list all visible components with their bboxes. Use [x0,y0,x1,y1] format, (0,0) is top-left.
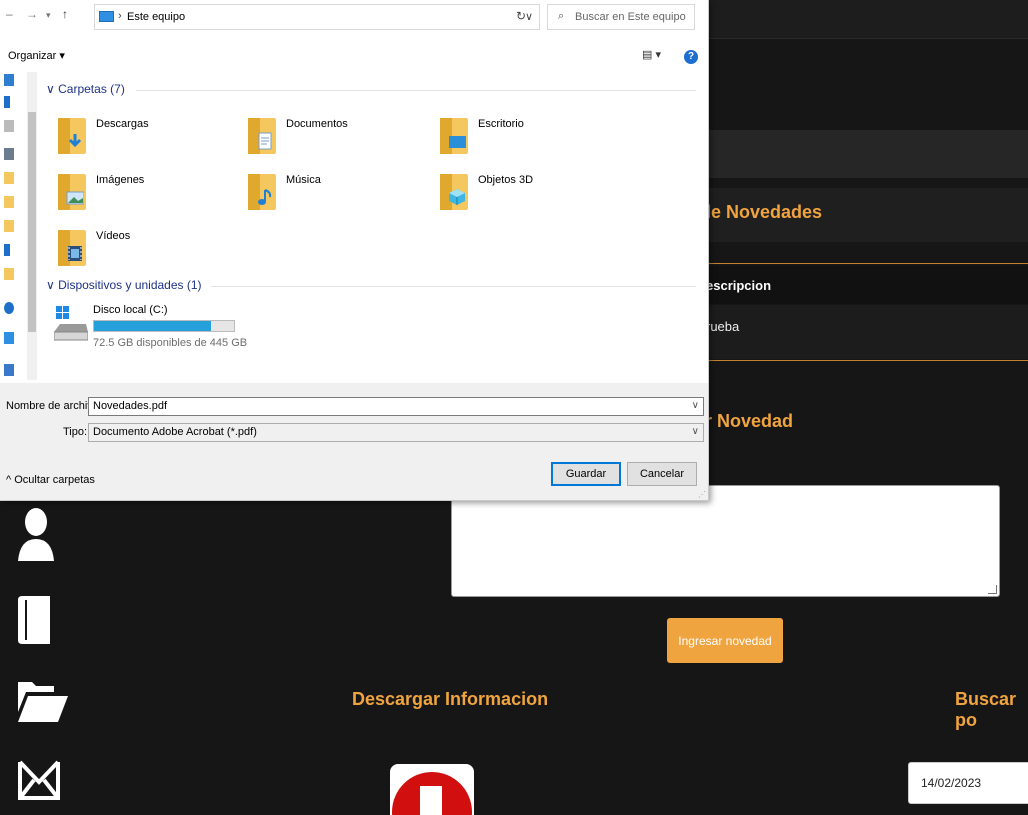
search-by-title: Buscar po [955,689,1017,730]
forward-icon[interactable]: → [26,7,38,21]
search-icon: ⌕ [558,10,565,22]
search-placeholder: Buscar en Este equipo [575,11,686,23]
resize-grip-icon[interactable] [988,585,997,594]
filename-input[interactable]: Novedades.pdf ∨ [88,397,704,416]
group-devices-label: Dispositivos y unidades (1) [58,278,202,292]
navigation-bar: – → ▾ ↑ › Este equipo ∨ ↻ ⌕ Buscar en Es… [0,0,708,34]
date-input[interactable]: 14/02/2023 [908,762,1028,804]
save-button[interactable]: Guardar [551,462,621,486]
organize-menu[interactable]: Organizar ▾ [8,49,65,62]
chevron-down-icon: ∨ [46,278,59,292]
folder-nav-icon[interactable] [4,220,14,232]
folder-item-escritorio[interactable]: Escritorio [440,114,600,162]
onedrive-icon[interactable] [4,302,14,314]
chevron-down-icon[interactable]: ∨ [692,426,699,437]
user-icon[interactable] [16,505,56,561]
group-folders-label: Carpetas (7) [58,82,125,96]
add-novedad-title: ar Novedad [695,411,794,431]
recent-locations-icon[interactable]: ▾ [46,10,51,21]
folder-name: Vídeos [96,230,131,242]
address-bar[interactable]: › Este equipo ∨ [94,4,540,30]
folder-name: Escritorio [478,118,524,130]
documents-folder-icon [248,118,276,154]
novedades-title-band: de Novedades [700,188,1028,242]
drive-name: Disco local (C:) [93,304,168,316]
table-cell-descripcion: rueba [700,305,1028,359]
folder-item-descargas[interactable]: Descargas [58,114,218,162]
ingresar-novedad-button[interactable]: Ingresar novedad [667,618,783,663]
folder-name: Imágenes [96,174,145,186]
dialog-toolbar: Organizar ▾ ▤ ▾ ? [0,42,708,70]
this-pc-nav-icon[interactable] [4,332,14,344]
book-icon[interactable] [16,594,52,646]
hard-drive-icon [54,306,88,341]
refresh-icon[interactable]: ↻ [516,9,526,23]
folder-open-icon[interactable] [16,678,70,724]
filetype-select[interactable]: Documento Adobe Acrobat (*.pdf) ∨ [88,423,704,442]
address-location: Este equipo [127,11,186,23]
mail-icon[interactable] [16,760,62,800]
up-arrow-icon[interactable]: ↑ [62,7,68,21]
divider [700,360,1028,361]
drive-usage-bar [93,320,235,332]
folder-name: Música [286,174,321,186]
novedad-textarea[interactable] [451,485,1000,597]
folder-item-musica[interactable]: Música [248,170,408,218]
save-as-dialog: – → ▾ ↑ › Este equipo ∨ ↻ ⌕ Buscar en Es… [0,0,709,501]
novedades-title: de Novedades [700,202,823,222]
music-folder-icon [248,174,276,210]
drive-usage-fill [94,321,212,331]
search-box[interactable]: ⌕ Buscar en Este equipo [547,4,695,30]
drive-free-space: 72.5 GB disponibles de 445 GB [93,337,248,349]
scrollbar-thumb[interactable] [28,112,36,332]
desktop-folder-icon [440,118,468,154]
videos-folder-icon [58,230,86,266]
chevron-down-icon[interactable]: ∨ [692,400,699,411]
download-info-title: Descargar Informacion [352,689,549,709]
documents-nav-icon[interactable] [4,120,14,132]
folder-item-videos[interactable]: Vídeos [58,226,218,274]
folder-name: Descargas [96,118,149,130]
hide-folders-toggle[interactable]: ^ Ocultar carpetas [6,474,95,486]
group-folders-header[interactable]: ∨ Carpetas (7) [46,82,701,96]
resize-grip-icon[interactable]: ⋰ [698,490,706,499]
nav-pane-scrollbar[interactable] [27,72,37,380]
folder-nav-icon[interactable] [4,172,14,184]
folder-name: Documentos [286,118,348,130]
chevron-up-icon: ^ [6,474,15,486]
desktop-nav-icon[interactable] [4,148,14,160]
table-header-descripcion: escripcion [700,266,1028,304]
pdf-download-icon[interactable] [390,764,474,815]
folder-item-objetos-3d[interactable]: Objetos 3D [440,170,600,218]
downloads-nav-icon[interactable] [4,96,10,108]
back-icon[interactable]: – [6,7,13,21]
divider [700,263,1028,264]
pictures-folder-icon [58,174,86,210]
3d-objects-folder-icon [440,174,468,210]
app-header-band [700,130,1028,178]
help-icon[interactable]: ? [684,50,698,64]
view-options-icon[interactable]: ▤ ▾ [642,48,661,61]
this-pc-icon [99,11,114,22]
folder-nav-icon[interactable] [4,196,14,208]
filename-value: Novedades.pdf [93,400,167,412]
quick-access-icon[interactable] [4,74,14,86]
breadcrumb-separator-icon: › [118,10,122,22]
group-devices-header[interactable]: ∨ Dispositivos y unidades (1) [46,278,701,292]
filetype-label: Tipo: [63,426,88,438]
hide-folders-label: Ocultar carpetas [14,474,95,486]
folder-item-imagenes[interactable]: Imágenes [58,170,218,218]
downloads-folder-icon [58,118,86,154]
filetype-value: Documento Adobe Acrobat (*.pdf) [93,426,257,438]
address-dropdown-icon[interactable]: ∨ [525,10,533,23]
cancel-button[interactable]: Cancelar [627,462,697,486]
network-icon[interactable] [4,364,14,376]
chevron-down-icon: ∨ [46,82,59,96]
folder-name: Objetos 3D [478,174,534,186]
downloads-nav-icon[interactable] [4,244,10,256]
folder-item-documentos[interactable]: Documentos [248,114,408,162]
folder-nav-icon[interactable] [4,268,14,280]
